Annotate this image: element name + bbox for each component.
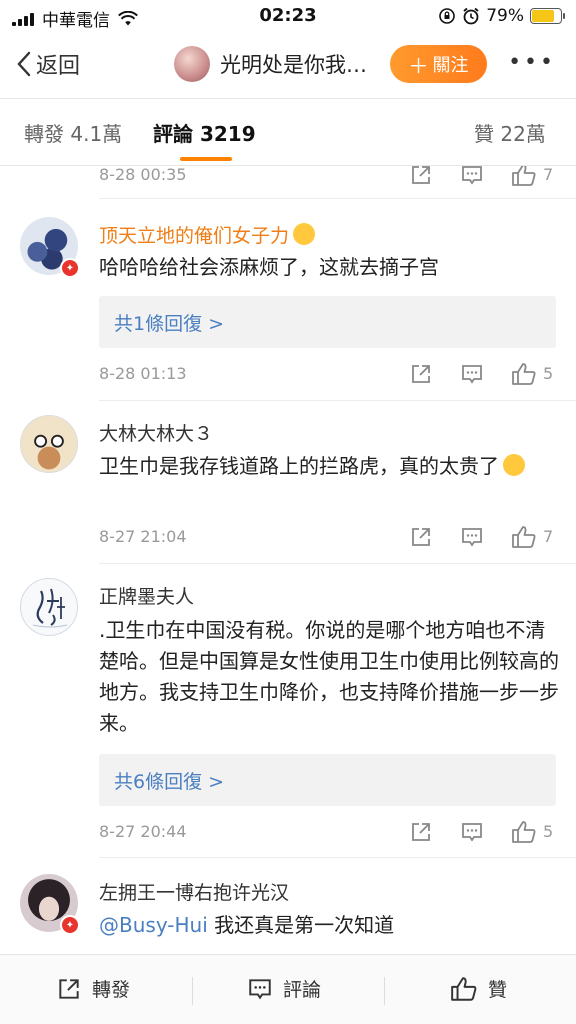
comment-text: 哈哈哈给社会添麻烦了，这就去摘子宫 xyxy=(99,255,439,279)
battery-icon xyxy=(530,8,565,24)
comment-date: 8-28 00:35 xyxy=(99,166,187,184)
verified-badge-icon: ✦ xyxy=(60,258,80,278)
comment-text: 卫生巾是我存钱道路上的拦路虎，真的太贵了 xyxy=(99,451,554,482)
status-right: 79% xyxy=(438,6,565,26)
tab-bar: 轉發 4.1萬 評論 3219 贊 22萬 xyxy=(0,100,576,166)
like-icon[interactable] xyxy=(511,362,537,386)
comment-button[interactable]: 評論 xyxy=(247,975,321,1002)
comment-separator xyxy=(99,400,576,401)
comment-separator xyxy=(99,563,576,564)
comment-icon xyxy=(249,978,271,999)
heart-eyes-emoji-icon xyxy=(293,223,316,245)
comment-text-content: 我还真是第一次知道 xyxy=(214,913,395,937)
comment-feed[interactable]: 8-28 00:35 7 ✦ 顶天立地的俺们女子力 哈哈哈给社会添麻烦了，这就去… xyxy=(0,166,576,954)
comment-meta: 8-28 01:13 5 xyxy=(0,362,576,388)
username[interactable]: 左拥王一博右抱许光汉 xyxy=(99,878,289,905)
comment-date: 8-27 20:44 xyxy=(99,822,187,841)
nav-bar: 返回 光明处是你我… ＋ 關注 ••• xyxy=(0,34,576,98)
like-count: 7 xyxy=(543,527,554,546)
plus-icon: ＋ xyxy=(408,53,429,78)
nav-user[interactable]: 光明处是你我… xyxy=(174,46,367,82)
share-icon[interactable] xyxy=(409,525,433,549)
reply-count-link[interactable]: 共6條回復 > xyxy=(114,767,224,794)
back-button[interactable]: 返回 xyxy=(16,48,80,80)
comment-separator xyxy=(99,198,576,199)
battery-fill xyxy=(532,10,555,22)
avatar[interactable] xyxy=(20,578,78,636)
share-icon[interactable] xyxy=(409,820,433,844)
comment-label: 評論 xyxy=(283,979,322,1001)
like-icon[interactable] xyxy=(511,820,537,844)
like-button[interactable]: 贊 xyxy=(450,975,507,1002)
tab-active-indicator xyxy=(180,157,232,161)
comment-meta: 8-28 00:35 7 xyxy=(0,166,576,189)
rotation-lock-icon xyxy=(439,8,456,24)
share-icon xyxy=(59,978,79,999)
verified-badge-icon: ✦ xyxy=(60,915,80,935)
share-icon[interactable] xyxy=(409,166,433,187)
status-bar: 中華電信 02:23 79% xyxy=(0,0,576,34)
comment-date: 8-27 21:04 xyxy=(99,527,187,546)
toolbar-divider xyxy=(384,977,385,1005)
username[interactable]: 顶天立地的俺们女子力 xyxy=(99,221,316,248)
tab-likes[interactable]: 贊 22萬 xyxy=(474,118,546,147)
comment-text: @Busy-Hui 我还真是第一次知道 xyxy=(99,910,559,941)
crying-emoji-icon xyxy=(503,454,525,476)
chevron-left-icon xyxy=(17,51,31,77)
repost-button[interactable]: 轉發 xyxy=(56,975,130,1002)
username[interactable]: 大林大林大３ xyxy=(99,419,213,446)
share-icon[interactable] xyxy=(409,362,433,386)
mention-link[interactable]: @Busy-Hui xyxy=(99,913,208,937)
back-label: 返回 xyxy=(36,54,81,79)
comment-text-content: 卫生巾是我存钱道路上的拦路虎，真的太贵了 xyxy=(99,454,499,478)
alarm-icon xyxy=(463,7,479,25)
repost-label: 轉發 xyxy=(92,979,131,1001)
follow-label: 關注 xyxy=(432,55,469,76)
comment-text: .卫生巾在中国没有税。你说的是哪个地方咱也不清楚哈。但是中国算是女性使用卫生巾使… xyxy=(99,618,559,735)
calligraphy-logo-icon xyxy=(32,588,68,628)
comment-date: 8-28 01:13 xyxy=(99,364,187,383)
comment-meta: 8-27 21:04 7 xyxy=(0,525,576,551)
comment-icon[interactable] xyxy=(460,820,484,844)
comment-icon[interactable] xyxy=(460,525,484,549)
like-count: 5 xyxy=(543,822,554,841)
reply-box[interactable]: 共6條回復 > xyxy=(99,754,556,806)
comment-icon[interactable] xyxy=(460,166,484,187)
comment-meta: 8-27 20:44 5 xyxy=(0,820,576,846)
battery-percent: 79% xyxy=(486,6,524,26)
like-icon[interactable] xyxy=(511,166,537,187)
avatar[interactable] xyxy=(20,415,78,473)
toolbar-divider xyxy=(192,977,193,1005)
username[interactable]: 正牌墨夫人 xyxy=(99,582,194,609)
like-count: 5 xyxy=(543,364,554,383)
nav-divider xyxy=(0,98,576,99)
like-label: 贊 xyxy=(488,979,508,1001)
username-text: 顶天立地的俺们女子力 xyxy=(99,225,290,247)
screen: 中華電信 02:23 79% 返回 光明处是你我… ＋ 關注 ••• 轉發 4.… xyxy=(0,0,576,1024)
like-icon[interactable] xyxy=(511,525,537,549)
like-icon xyxy=(451,976,477,1001)
tab-repost[interactable]: 轉發 4.1萬 xyxy=(24,118,122,147)
follow-button[interactable]: ＋ 關注 xyxy=(390,45,487,83)
like-count: 7 xyxy=(543,166,554,184)
nav-avatar xyxy=(174,46,210,82)
reply-count-link[interactable]: 共1條回復 > xyxy=(114,309,224,336)
tab-comments[interactable]: 評論 3219 xyxy=(153,118,256,147)
reply-box[interactable]: 共1條回復 > xyxy=(99,296,556,348)
nav-title: 光明处是你我… xyxy=(220,53,367,77)
comment-separator xyxy=(99,857,576,858)
comment-icon[interactable] xyxy=(460,362,484,386)
more-icon[interactable]: ••• xyxy=(508,50,556,75)
bottom-toolbar: 轉發 評論 贊 xyxy=(0,954,576,1024)
